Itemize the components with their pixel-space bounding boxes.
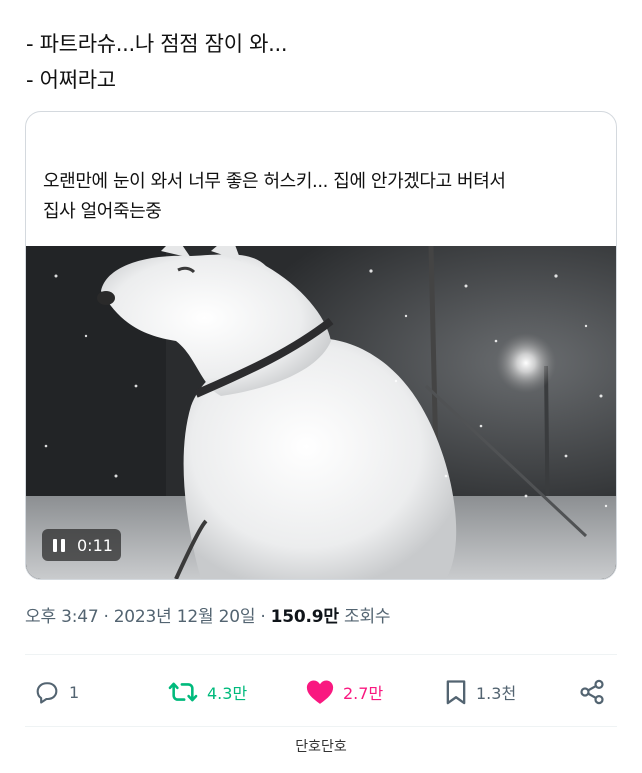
meta-separator: · [103, 607, 109, 627]
meta-separator: · [260, 607, 266, 627]
footer-credit: 단호단호 [295, 739, 347, 755]
retweet-button[interactable]: 4.3만 [167, 668, 247, 716]
like-count: 2.7만 [343, 684, 384, 703]
divider [25, 726, 617, 727]
tweet-video[interactable]: 0:11 [26, 246, 616, 579]
divider [25, 654, 617, 655]
retweet-icon [168, 682, 198, 702]
reply-button[interactable]: 1 [33, 668, 79, 716]
reply-count: 1 [69, 682, 80, 702]
retweet-count: 4.3만 [207, 684, 248, 703]
views-label: 조회수 [344, 607, 391, 627]
share-icon [580, 679, 604, 705]
like-button[interactable]: 2.7만 [305, 668, 383, 716]
tweet-time[interactable]: 오후 3:47 [25, 607, 99, 627]
dialog-line-1: - 파트라슈...나 점점 잠이 와... [26, 32, 288, 56]
dialog-line-2: - 어쩌라고 [26, 68, 116, 92]
bookmark-count: 1.3천 [476, 684, 517, 703]
bookmark-icon [446, 680, 466, 705]
reply-icon [36, 682, 58, 704]
tweet-text: 오랜만에 눈이 와서 너무 좋은 허스키... 집에 안가겠다고 버텨서 집사 … [43, 167, 603, 227]
bookmark-button[interactable]: 1.3천 [444, 668, 516, 716]
tweet-text-line-2: 집사 얼어죽는중 [43, 201, 162, 222]
tweet-actions: 1 4.3만 2.7만 1.3천 [0, 668, 642, 716]
heart-icon [306, 680, 334, 704]
video-duration: 0:11 [77, 535, 113, 555]
tweet-meta: 오후 3:47 · 2023년 12월 20일 · 150.9만 조회수 [25, 602, 391, 627]
video-playback-badge[interactable]: 0:11 [42, 529, 121, 561]
tweet-card[interactable]: 오랜만에 눈이 와서 너무 좋은 허스키... 집에 안가겠다고 버텨서 집사 … [25, 111, 617, 580]
share-button[interactable] [578, 668, 606, 716]
tweet-text-line-1: 오랜만에 눈이 와서 너무 좋은 허스키... 집에 안가겠다고 버텨서 [43, 171, 506, 192]
pause-icon[interactable] [53, 538, 65, 552]
tweet-date[interactable]: 2023년 12월 20일 [114, 607, 256, 627]
views-count: 150.9만 [270, 607, 339, 627]
caption-dialog: - 파트라슈...나 점점 잠이 와... - 어쩌라고 [26, 26, 288, 98]
